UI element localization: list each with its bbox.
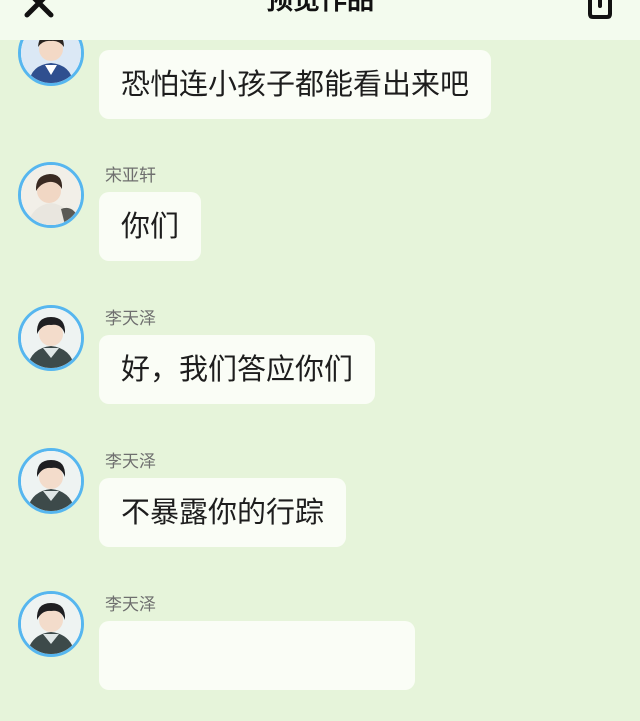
chat-message-list[interactable]: 恐怕连小孩子都能看出来吧 宋亚轩 你们 李天泽 好，我们答应你们 李天泽 不暴露…: [0, 0, 640, 690]
message-bubble[interactable]: 好，我们答应你们: [99, 335, 376, 404]
message-bubble[interactable]: 不暴露你的行踪: [99, 478, 347, 547]
avatar[interactable]: [18, 162, 84, 228]
avatar[interactable]: [18, 305, 84, 371]
top-bar: 预览作品: [0, 0, 640, 40]
chat-message: 李天泽 不暴露你的行踪: [0, 448, 640, 578]
avatar-boy-dark-jacket-icon: [21, 308, 81, 368]
chat-message: 宋亚轩 你们: [0, 162, 640, 292]
page-title: 预览作品: [266, 0, 374, 16]
avatar-boy-dark-jacket-icon: [21, 594, 81, 654]
chat-message: 李天泽: [0, 591, 640, 721]
sender-name: 李天泽: [105, 309, 156, 329]
message-bubble[interactable]: 你们: [99, 192, 202, 261]
message-bubble[interactable]: [99, 621, 415, 690]
sender-name: 李天泽: [105, 452, 156, 472]
sender-name: 宋亚轩: [105, 166, 156, 186]
chat-message: 李天泽 好，我们答应你们: [0, 305, 640, 435]
sender-name: 李天泽: [105, 595, 156, 615]
message-bubble[interactable]: 恐怕连小孩子都能看出来吧: [99, 50, 492, 119]
avatar-boy-dark-jacket-icon: [21, 451, 81, 511]
share-icon[interactable]: [582, 0, 618, 20]
avatar[interactable]: [18, 591, 84, 657]
avatar[interactable]: [18, 448, 84, 514]
avatar-boy-white-shirt-icon: [21, 165, 81, 225]
